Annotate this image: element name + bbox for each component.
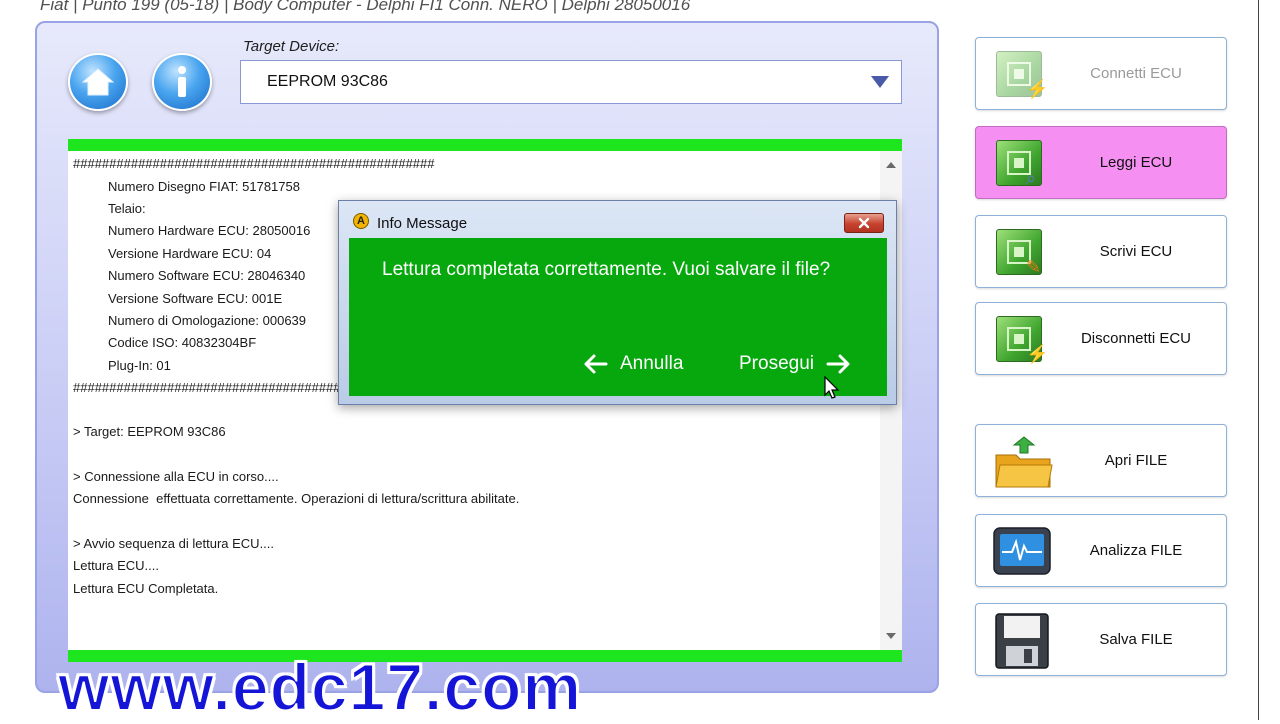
dropdown-arrow-icon[interactable] [871,76,889,88]
pencil-icon: ✎ [1026,257,1042,277]
info-icon [178,66,186,97]
app-logo-icon: A [353,213,369,229]
read-ecu-label: Leggi ECU [1099,154,1173,171]
log-info-line: Numero Disegno FIAT: 51781758 [108,179,300,194]
mouse-cursor-icon [824,376,840,399]
window-title: Fiat | Punto 199 (05-18) | Body Computer… [40,0,691,14]
log-info-line: Telaio: [108,201,146,216]
log-info-line: Versione Hardware ECU: 04 [108,246,272,261]
arrow-left-icon [584,354,608,374]
log-line: Connessione effettuata correttamente. Op… [73,491,520,506]
dialog-title: Info Message [377,215,468,232]
log-info-line: Numero di Omologazione: 000639 [108,313,307,328]
info-button[interactable] [152,53,212,111]
connect-ecu-button[interactable]: ⚡ Connetti ECU [975,37,1227,110]
continue-button[interactable]: Prosegui [739,353,852,375]
log-separator: ###################################### [73,380,348,395]
log-info-line: Plug-In: 01 [108,358,171,373]
save-file-label: Salva FILE [1099,631,1173,648]
home-button[interactable] [68,53,128,111]
log-info-line: Numero Hardware ECU: 28050016 [108,223,311,238]
close-icon [858,217,870,229]
status-bar-top [68,139,902,151]
watermark-url: www.edc17.com [57,650,583,724]
target-device-select[interactable]: EEPROM 93C86 [240,60,902,104]
disconnect-ecu-button[interactable]: ⚡ Disconnetti ECU [975,302,1227,375]
log-info-line: Versione Software ECU: 001E [108,291,283,306]
info-message-dialog: A Info Message Lettura completata corret… [338,200,897,405]
folder-open-icon [995,436,1053,488]
dialog-close-button[interactable] [844,213,884,233]
dialog-body: Lettura completata correttamente. Vuoi s… [349,238,887,396]
log-line: > Target: EEPROM 93C86 [73,424,226,439]
read-ecu-button[interactable]: ⌕ Leggi ECU [975,126,1227,199]
log-separator: ########################################… [73,156,435,171]
save-file-button[interactable]: Salva FILE [975,603,1227,676]
cancel-button[interactable]: Annulla [582,353,683,375]
plug-icon: ⚡ [1026,344,1049,364]
target-device-value: EEPROM 93C86 [267,73,388,90]
floppy-disk-icon [995,613,1049,669]
analyze-file-label: Analizza FILE [1089,542,1183,559]
arrow-right-icon [826,354,850,374]
log-line: Lettura ECU.... [73,558,159,573]
log-info-line: Numero Software ECU: 28046340 [108,268,306,283]
scroll-down-arrow-icon[interactable] [886,633,896,639]
write-ecu-label: Scrivi ECU [1099,243,1173,260]
log-line: > Avvio sequenza di lettura ECU.... [73,536,275,551]
plug-icon: ⚡ [1026,79,1049,99]
connect-ecu-label: Connetti ECU [1090,65,1182,82]
log-info-line: Codice ISO: 40832304BF [108,335,257,350]
continue-button-label: Prosegui [739,353,814,374]
log-line: > Connessione alla ECU in corso.... [73,469,279,484]
home-icon [81,68,115,96]
write-ecu-button[interactable]: ✎ Scrivi ECU [975,215,1227,288]
dialog-message: Lettura completata correttamente. Vuoi s… [382,259,831,280]
monitor-waveform-icon [993,527,1051,575]
window-edge-divider [1258,0,1259,720]
disconnect-ecu-label: Disconnetti ECU [1080,330,1192,347]
analyze-file-button[interactable]: Analizza FILE [975,514,1227,587]
cancel-button-label: Annulla [620,353,684,374]
scroll-up-arrow-icon[interactable] [886,162,896,168]
magnifier-icon: ⌕ [1026,168,1037,188]
open-file-label: Apri FILE [1104,452,1168,469]
target-device-label: Target Device: [243,38,340,55]
log-line: Lettura ECU Completata. [73,581,219,596]
open-file-button[interactable]: Apri FILE [975,424,1227,497]
